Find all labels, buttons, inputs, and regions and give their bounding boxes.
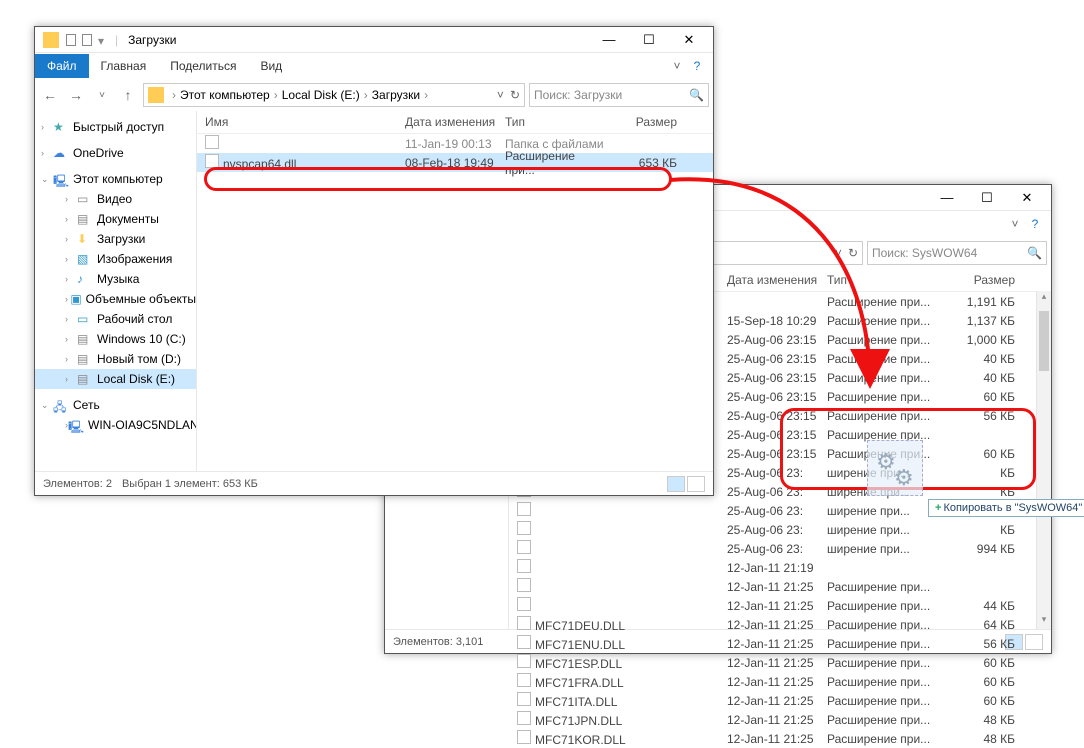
forward-button[interactable]: →: [65, 84, 87, 106]
help-icon[interactable]: ?: [687, 59, 707, 73]
col-date[interactable]: Дата изменения: [405, 115, 505, 129]
file-row[interactable]: 25-Aug-06 23:ширение при...КБ: [509, 520, 1051, 539]
tab-share[interactable]: Поделиться: [158, 54, 248, 78]
status-count: Элементов: 2: [43, 478, 112, 490]
explorer-window-downloads[interactable]: ▾ | Загрузки — ☐ ✕ Файл Главная Поделить…: [34, 26, 714, 496]
status-bar: Элементов: 2 Выбран 1 элемент: 653 КБ: [35, 471, 713, 495]
nav-videos[interactable]: ›▭Видео: [35, 189, 196, 209]
ribbon-collapse-icon[interactable]: ˅: [667, 59, 687, 73]
qat-icon[interactable]: [82, 34, 92, 46]
nav-network[interactable]: ⌄🖧Сеть: [35, 395, 196, 415]
col-size[interactable]: Размер: [607, 115, 677, 129]
close-button[interactable]: ✕: [1007, 185, 1047, 211]
nav-quick-access[interactable]: ›★Быстрый доступ: [35, 117, 196, 137]
tab-home[interactable]: Главная: [89, 54, 159, 78]
up-button[interactable]: ↑: [117, 84, 139, 106]
scrollbar[interactable]: ▴ ▾: [1036, 291, 1051, 629]
nav-desktop[interactable]: ›▭Рабочий стол: [35, 309, 196, 329]
file-row[interactable]: MFC71KOR.DLL12-Jan-11 21:25Расширение пр…: [509, 729, 1051, 748]
file-row[interactable]: 25-Aug-06 23:ширение при...994 КБ: [509, 539, 1051, 558]
dropdown-icon[interactable]: ˅: [835, 246, 842, 260]
qat-dropdown-icon[interactable]: ▾: [98, 34, 108, 46]
close-button[interactable]: ✕: [669, 27, 709, 53]
file-row[interactable]: MFC71FRA.DLL12-Jan-11 21:25Расширение пр…: [509, 672, 1051, 691]
col-size[interactable]: Размер: [935, 273, 1015, 287]
breadcrumb-segment[interactable]: Загрузки: [372, 88, 420, 102]
ribbon: Файл Главная Поделиться Вид ˅?: [35, 53, 713, 79]
column-headers[interactable]: Имя Дата изменения Тип Размер: [197, 111, 713, 134]
window-title: Загрузки: [128, 33, 176, 47]
tab-view[interactable]: Вид: [248, 54, 294, 78]
file-row[interactable]: 25-Aug-06 23:ширение при...48 КБ: [509, 501, 1051, 520]
scroll-down-icon[interactable]: ▾: [1037, 614, 1051, 629]
view-details-icon[interactable]: [667, 476, 685, 492]
address-bar: ← → ˅ ↑ › Этот компьютер› Local Disk (E:…: [35, 79, 713, 111]
back-button[interactable]: ←: [39, 84, 61, 106]
scroll-up-icon[interactable]: ▴: [1037, 291, 1051, 306]
nav-downloads[interactable]: ›⬇Загрузки: [35, 229, 196, 249]
search-input[interactable]: Поиск: SysWOW64 🔍: [867, 241, 1047, 265]
nav-documents[interactable]: ›▤Документы: [35, 209, 196, 229]
nav-drive-c[interactable]: ›▤Windows 10 (C:): [35, 329, 196, 349]
refresh-icon[interactable]: ↻: [510, 88, 520, 102]
status-selection: Выбран 1 элемент: 653 КБ: [122, 478, 258, 490]
file-row[interactable]: MFC71ENU.DLL12-Jan-11 21:25Расширение пр…: [509, 634, 1051, 653]
nav-drive-e[interactable]: ›▤Local Disk (E:): [35, 369, 196, 389]
maximize-button[interactable]: ☐: [967, 185, 1007, 211]
nav-drive-d[interactable]: ›▤Новый том (D:): [35, 349, 196, 369]
breadcrumb[interactable]: › Этот компьютер› Local Disk (E:)› Загру…: [143, 83, 525, 107]
folder-icon: [148, 87, 164, 103]
help-icon[interactable]: ?: [1025, 217, 1045, 231]
col-type[interactable]: Тип: [505, 115, 607, 129]
minimize-button[interactable]: —: [589, 27, 629, 53]
nav-host[interactable]: ›🖳WIN-OIA9C5NDLAN: [35, 415, 196, 435]
search-placeholder: Поиск: Загрузки: [534, 88, 622, 102]
refresh-icon[interactable]: ↻: [848, 246, 858, 260]
nav-music[interactable]: ›♪Музыка: [35, 269, 196, 289]
search-icon[interactable]: 🔍: [1027, 246, 1042, 260]
file-row[interactable]: 12-Jan-11 21:19: [509, 558, 1051, 577]
file-row[interactable]: MFC71DEU.DLL12-Jan-11 21:25Расширение пр…: [509, 615, 1051, 634]
col-name[interactable]: Имя: [205, 115, 405, 129]
nav-3dobjects[interactable]: ›▣Объемные объекты: [35, 289, 196, 309]
search-placeholder: Поиск: SysWOW64: [872, 246, 977, 260]
col-type[interactable]: Тип: [827, 273, 935, 287]
nav-pane[interactable]: ›★Быстрый доступ ›☁OneDrive ⌄🖳Этот компь…: [35, 111, 197, 471]
titlebar[interactable]: ▾ | Загрузки — ☐ ✕: [35, 27, 713, 53]
status-count: Элементов: 3,101: [393, 636, 483, 648]
breadcrumb-segment[interactable]: Этот компьютер: [180, 88, 270, 102]
recent-dropdown-icon[interactable]: ˅: [91, 84, 113, 106]
file-row[interactable]: nvspcap64.dll08-Feb-18 19:49Расширение п…: [197, 153, 713, 172]
nav-pictures[interactable]: ›▧Изображения: [35, 249, 196, 269]
breadcrumb-segment[interactable]: Local Disk (E:): [282, 88, 360, 102]
file-row[interactable]: 11-Jan-19 00:13Папка с файлами: [197, 134, 713, 153]
file-list[interactable]: Имя Дата изменения Тип Размер 11-Jan-19 …: [197, 111, 713, 471]
qat-icon[interactable]: [66, 34, 76, 46]
scroll-thumb[interactable]: [1039, 311, 1049, 371]
col-date[interactable]: Дата изменения: [727, 273, 827, 287]
search-icon[interactable]: 🔍: [689, 88, 704, 102]
folder-icon: [43, 32, 59, 48]
nav-onedrive[interactable]: ›☁OneDrive: [35, 143, 196, 163]
nav-thispc[interactable]: ⌄🖳Этот компьютер: [35, 169, 196, 189]
tab-file[interactable]: Файл: [35, 54, 89, 78]
file-row[interactable]: 12-Jan-11 21:25Расширение при...: [509, 577, 1051, 596]
search-input[interactable]: Поиск: Загрузки 🔍: [529, 83, 709, 107]
ribbon-collapse-icon[interactable]: ˅: [1005, 217, 1025, 231]
dropdown-icon[interactable]: ˅: [497, 88, 504, 102]
file-row[interactable]: MFC71ITA.DLL12-Jan-11 21:25Расширение пр…: [509, 691, 1051, 710]
view-large-icon[interactable]: [687, 476, 705, 492]
file-row[interactable]: MFC71ESP.DLL12-Jan-11 21:25Расширение пр…: [509, 653, 1051, 672]
file-row[interactable]: 12-Jan-11 21:25Расширение при...44 КБ: [509, 596, 1051, 615]
file-row[interactable]: MFC71JPN.DLL12-Jan-11 21:25Расширение пр…: [509, 710, 1051, 729]
minimize-button[interactable]: —: [927, 185, 967, 211]
maximize-button[interactable]: ☐: [629, 27, 669, 53]
